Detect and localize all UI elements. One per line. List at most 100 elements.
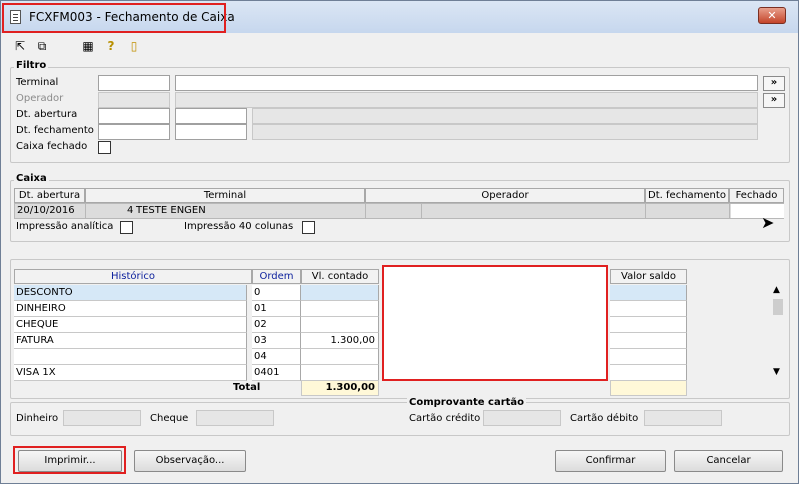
operador-name-input <box>175 92 758 108</box>
historico-cell[interactable]: VISA 1X <box>14 365 247 381</box>
dt-abertura-extra-field <box>252 108 758 124</box>
ordem-cell[interactable]: 04 <box>252 349 301 365</box>
dt-fechamento-label: Dt. fechamento <box>16 125 94 136</box>
total-value-field: 1.300,00 <box>301 380 379 396</box>
confirmar-button[interactable]: Confirmar <box>555 450 666 472</box>
historico-cell[interactable]: CHEQUE <box>14 317 247 333</box>
col-terminal[interactable]: Terminal <box>85 188 365 203</box>
impressao-40-label: Impressão 40 colunas <box>184 221 294 232</box>
document-icon <box>10 10 21 24</box>
historico-cell[interactable]: DESCONTO <box>14 285 247 301</box>
dinheiro-field <box>63 410 141 426</box>
col-dt-abertura[interactable]: Dt. abertura <box>14 188 85 203</box>
historico-cell[interactable]: DINHEIRO <box>14 301 247 317</box>
dinheiro-label: Dinheiro <box>16 413 59 424</box>
cheque-field <box>196 410 274 426</box>
caixa-row-terminal-name: TESTE ENGEN <box>136 205 206 216</box>
ordem-cell[interactable]: 02 <box>252 317 301 333</box>
cheque-label: Cheque <box>150 413 189 424</box>
terminal-lookup-button[interactable]: » <box>763 76 785 91</box>
ordem-cell[interactable]: 0401 <box>252 365 301 381</box>
valor-saldo-cell <box>610 365 687 381</box>
vl-contado-cell[interactable] <box>301 349 379 365</box>
caixa-title: Caixa <box>14 173 49 184</box>
observacao-button[interactable]: Observação... <box>134 450 246 472</box>
dt-abertura-end-input[interactable] <box>175 108 247 124</box>
caixa-fechado-checkbox[interactable] <box>98 141 111 154</box>
vl-contado-cell[interactable] <box>301 285 379 301</box>
impressao-analitica-checkbox[interactable] <box>120 221 133 234</box>
saldo-total-field <box>610 380 687 396</box>
valor-saldo-cell <box>610 301 687 317</box>
col-valor-saldo[interactable]: Valor saldo <box>610 269 687 284</box>
window-title: FCXFM003 - Fechamento de Caixa <box>29 10 235 24</box>
ordem-cell[interactable]: 01 <box>252 301 301 317</box>
imprimir-button[interactable]: Imprimir... <box>18 450 122 472</box>
terminal-code-input[interactable] <box>98 75 170 91</box>
blank-column-area <box>384 267 606 379</box>
scroll-thumb[interactable] <box>773 299 783 315</box>
comprovante-title: Comprovante cartão <box>407 397 527 408</box>
multi-window-icon[interactable]: ⧉ <box>35 39 49 53</box>
vl-contado-cell[interactable] <box>301 317 379 333</box>
caixa-row-separator <box>85 204 86 218</box>
dt-abertura-start-input[interactable] <box>98 108 170 124</box>
vl-contado-cell[interactable]: 1.300,00 <box>301 333 379 349</box>
operador-lookup-button[interactable]: » <box>763 93 785 108</box>
valor-saldo-cell <box>610 349 687 365</box>
col-dt-fechamento[interactable]: Dt. fechamento <box>645 188 729 203</box>
ordem-cell[interactable]: 03 <box>252 333 301 349</box>
total-label: Total <box>233 382 261 393</box>
filtro-title: Filtro <box>14 60 49 71</box>
operador-label: Operador <box>16 93 64 104</box>
terminal-name-input[interactable] <box>175 75 758 91</box>
caixa-row-separator <box>421 204 422 218</box>
cartao-credito-label: Cartão crédito <box>409 413 481 424</box>
dt-abertura-label: Dt. abertura <box>16 109 78 120</box>
col-operador[interactable]: Operador <box>365 188 645 203</box>
mouse-cursor-icon: ➤ <box>761 213 775 232</box>
valor-saldo-cell <box>610 317 687 333</box>
operador-code-input <box>98 92 170 108</box>
calendar-grid-icon[interactable]: ▦ <box>81 39 95 53</box>
scroll-up-icon[interactable]: ▲ <box>773 285 780 295</box>
valor-saldo-cell <box>610 333 687 349</box>
title-bar: FCXFM003 - Fechamento de Caixa ✕ <box>1 1 798 33</box>
cartao-debito-label: Cartão débito <box>570 413 639 424</box>
terminal-label: Terminal <box>16 77 59 88</box>
fechamento-caixa-window: FCXFM003 - Fechamento de Caixa ✕ ⇱ ⧉ ▦ ?… <box>0 0 799 484</box>
close-button[interactable]: ✕ <box>758 7 786 24</box>
dt-fechamento-extra-field <box>252 124 758 140</box>
valor-saldo-cell <box>610 285 687 301</box>
impressao-40-checkbox[interactable] <box>302 221 315 234</box>
exit-door-icon[interactable]: ▯ <box>127 39 141 53</box>
caixa-row-dt-abertura: 20/10/2016 <box>17 205 75 216</box>
help-icon[interactable]: ? <box>104 39 118 53</box>
first-record-icon[interactable]: ⇱ <box>13 39 27 53</box>
valores-scrollbar[interactable]: ▲ ▼ <box>771 285 785 381</box>
vl-contado-cell[interactable] <box>301 301 379 317</box>
caixa-row-separator <box>729 204 730 218</box>
vl-contado-cell[interactable] <box>301 365 379 381</box>
scroll-down-icon[interactable]: ▼ <box>773 367 780 377</box>
impressao-analitica-label: Impressão analítica <box>16 221 114 232</box>
historico-cell[interactable] <box>14 349 247 365</box>
col-vl-contado[interactable]: Vl. contado <box>301 269 379 284</box>
caixa-row-separator <box>365 204 366 218</box>
col-ordem[interactable]: Ordem <box>252 269 301 284</box>
caixa-row-separator <box>645 204 646 218</box>
ordem-cell[interactable]: 0 <box>252 285 301 301</box>
historico-cell[interactable]: FATURA <box>14 333 247 349</box>
caixa-row-terminal-num: 4 <box>127 205 134 216</box>
cancelar-button[interactable]: Cancelar <box>674 450 783 472</box>
dt-fechamento-end-input[interactable] <box>175 124 247 140</box>
caixa-row[interactable]: 20/10/2016 4 TESTE ENGEN <box>14 203 784 219</box>
caixa-fechado-label: Caixa fechado <box>16 141 88 152</box>
caixa-row-fechado-cell[interactable] <box>731 204 784 218</box>
dt-fechamento-start-input[interactable] <box>98 124 170 140</box>
cartao-debito-field <box>644 410 722 426</box>
col-fechado[interactable]: Fechado <box>729 188 784 203</box>
cartao-credito-field <box>483 410 561 426</box>
col-historico[interactable]: Histórico <box>14 269 252 284</box>
total-value: 1.300,00 <box>325 382 375 393</box>
